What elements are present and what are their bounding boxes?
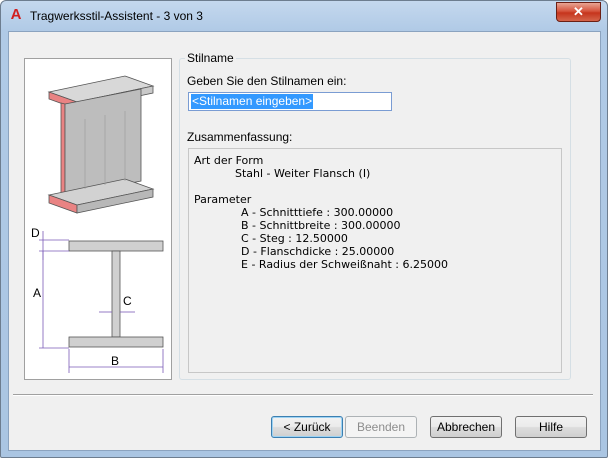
- dialog-client-area: D A C B Stilname Geben Sie den Stilnamen…: [8, 31, 601, 451]
- close-button[interactable]: ✕: [556, 2, 601, 22]
- form-heading: Art der Form: [194, 154, 264, 167]
- parameter-line: E - Radius der Schweißnaht : 6.25000: [241, 258, 448, 271]
- back-button[interactable]: < Zurück: [271, 416, 343, 438]
- parameter-line: A - Schnitttiefe : 300.00000: [241, 206, 394, 219]
- style-name-input-text: <Stilnamen eingeben>: [191, 94, 314, 109]
- help-button[interactable]: Hilfe: [515, 416, 587, 438]
- autocad-logo-icon: A: [10, 6, 22, 23]
- window-title: Tragwerksstil-Assistent - 3 von 3: [30, 9, 203, 23]
- parameter-line: D - Flanschdicke : 25.00000: [241, 245, 395, 258]
- style-name-input[interactable]: <Stilnamen eingeben>: [188, 92, 392, 111]
- dim-label-c: C: [123, 294, 132, 308]
- dim-label-b: B: [111, 354, 119, 368]
- title-bar[interactable]: A Tragwerksstil-Assistent - 3 von 3 ✕: [1, 1, 607, 31]
- parameter-line: C - Steg : 12.50000: [241, 232, 348, 245]
- dimension-lines: [39, 231, 164, 373]
- dim-label-a: A: [33, 286, 41, 300]
- dim-label-d: D: [31, 226, 40, 240]
- parameter-line: B - Schnittbreite : 300.00000: [241, 219, 401, 232]
- style-name-legend: Stilname: [185, 51, 236, 65]
- i-beam-drawing: D A C B: [31, 75, 164, 373]
- wizard-window: A Tragwerksstil-Assistent - 3 von 3 ✕ D …: [0, 0, 608, 458]
- footer-separator: [13, 394, 593, 396]
- i-beam-section-icon: [68, 240, 164, 348]
- form-value: Stahl - Weiter Flansch (I): [235, 167, 371, 180]
- parameters-heading: Parameter: [194, 193, 252, 206]
- i-beam-3d-icon: [47, 75, 155, 214]
- cancel-button[interactable]: Abbrechen: [430, 416, 502, 438]
- section-illustration: D A C B: [24, 58, 172, 380]
- finish-button[interactable]: Beenden: [345, 416, 417, 438]
- summary-textbox[interactable]: Art der Form Stahl - Weiter Flansch (I) …: [188, 148, 562, 373]
- summary-label: Zusammenfassung:: [187, 130, 293, 144]
- style-name-prompt: Geben Sie den Stilnamen ein:: [187, 74, 347, 88]
